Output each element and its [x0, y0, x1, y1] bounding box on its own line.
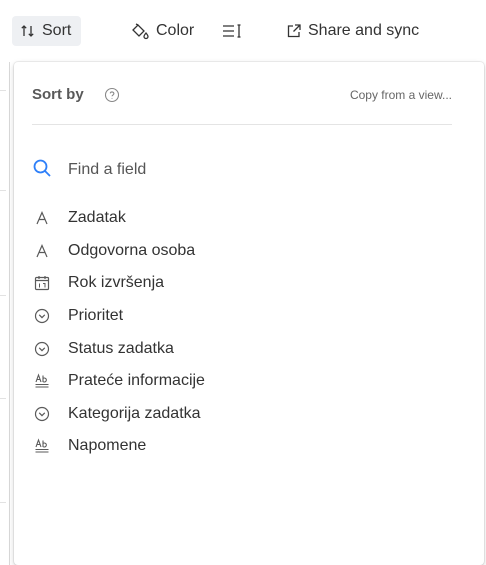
text-field-icon: [32, 208, 52, 228]
field-option-pratece-informacije[interactable]: Prateće informacije: [32, 365, 452, 398]
field-option-zadatak[interactable]: Zadatak: [32, 202, 452, 235]
grid-edge: [9, 62, 10, 565]
single-select-icon: [32, 339, 52, 359]
single-select-icon: [32, 404, 52, 424]
color-button[interactable]: Color: [126, 16, 198, 46]
row-height-button[interactable]: [218, 16, 248, 46]
calendar-icon: [32, 273, 52, 293]
sort-field-list: Zadatak Odgovorna osoba Rok izvršenja Pr…: [32, 202, 452, 463]
field-option-rok-izvrsenja[interactable]: Rok izvršenja: [32, 267, 452, 300]
field-option-prioritet[interactable]: Prioritet: [32, 300, 452, 333]
field-option-napomene[interactable]: Napomene: [32, 430, 452, 463]
grid-row-divider: [0, 398, 6, 399]
long-text-icon: [32, 436, 52, 456]
copy-from-view-link[interactable]: Copy from a view...: [350, 88, 452, 102]
text-field-icon: [32, 241, 52, 261]
field-option-label: Status zadatka: [68, 339, 174, 357]
field-option-label: Prateće informacije: [68, 372, 205, 390]
sort-button[interactable]: Sort: [12, 16, 82, 46]
single-select-icon: [32, 306, 52, 326]
share-and-sync-button[interactable]: Share and sync: [282, 16, 423, 46]
sort-popup-header: Sort by Copy from a view...: [32, 84, 452, 108]
field-option-kategorija-zadatka[interactable]: Kategorija zadatka: [32, 398, 452, 431]
view-toolbar: Sort Color Share and sync: [0, 0, 486, 62]
field-option-odgovorna-osoba[interactable]: Odgovorna osoba: [32, 235, 452, 268]
sort-popup: Sort by Copy from a view... Zadatak: [14, 62, 484, 565]
grid-row-divider: [0, 190, 6, 191]
grid-row-divider: [0, 90, 6, 91]
field-option-label: Prioritet: [68, 307, 124, 325]
row-height-icon: [222, 23, 244, 39]
field-option-status-zadatka[interactable]: Status zadatka: [32, 332, 452, 365]
field-option-label: Napomene: [68, 437, 147, 455]
help-circle-icon[interactable]: [104, 87, 120, 108]
share-and-sync-label: Share and sync: [308, 22, 420, 39]
sort-icon: [20, 23, 36, 39]
long-text-icon: [32, 371, 52, 391]
sort-button-label: Sort: [42, 22, 72, 39]
grid-row-divider: [0, 295, 6, 296]
grid-row-divider: [0, 502, 6, 503]
search-icon: [32, 158, 52, 183]
field-option-label: Kategorija zadatka: [68, 404, 201, 422]
field-search-row: [32, 156, 452, 184]
color-button-label: Color: [156, 22, 195, 39]
field-option-label: Zadatak: [68, 209, 126, 227]
paint-bucket-icon: [130, 22, 150, 40]
share-external-icon: [286, 23, 302, 39]
header-divider: [32, 124, 452, 125]
field-option-label: Rok izvršenja: [68, 274, 165, 292]
field-option-label: Odgovorna osoba: [68, 241, 196, 259]
sort-popup-title: Sort by: [32, 86, 84, 103]
find-field-input[interactable]: [68, 161, 428, 179]
